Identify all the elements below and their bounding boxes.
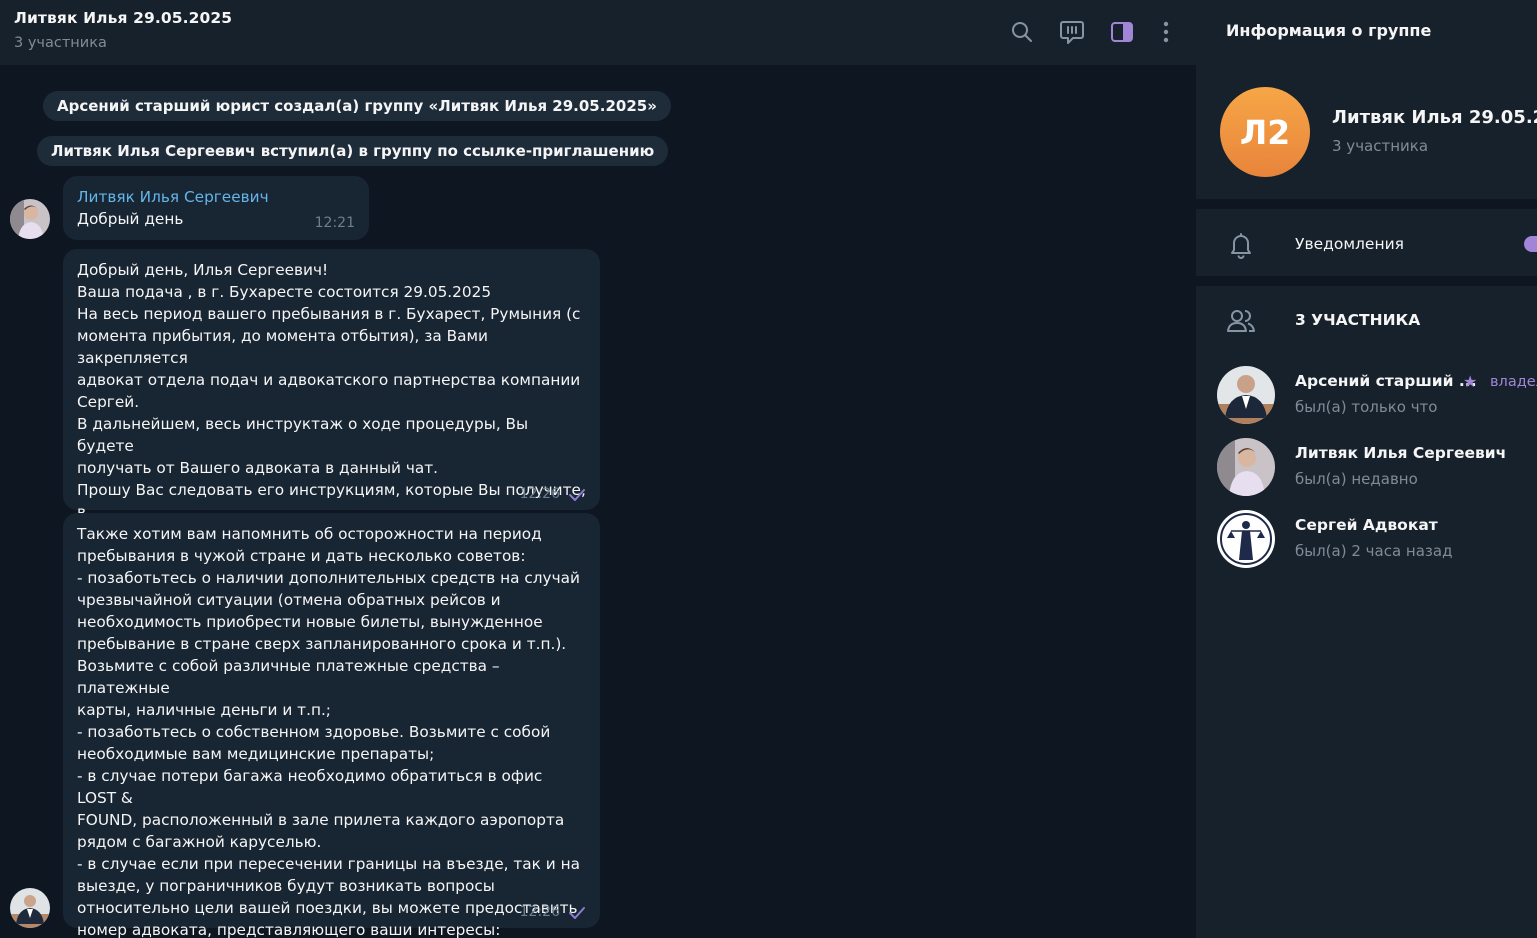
bell-icon: [1231, 233, 1251, 259]
check-icon: [569, 489, 585, 501]
member-role: владелец: [1490, 374, 1537, 390]
avatar[interactable]: [1217, 438, 1275, 496]
member-name: Сергей Адвокат: [1295, 516, 1438, 534]
info-panel-title: Информация о группе: [1226, 21, 1432, 40]
message-text: Добрый день: [77, 210, 184, 228]
divider: [1196, 276, 1537, 286]
member-name: Арсений старший ...: [1295, 372, 1477, 390]
message-bubble[interactable]: Литвяк Илья Сергеевич Добрый день 12:21: [63, 176, 369, 240]
group-avatar[interactable]: Л2: [1220, 87, 1310, 177]
notifications-label[interactable]: Уведомления: [1295, 235, 1404, 253]
members-icon: [1227, 310, 1255, 332]
member-status: был(а) только что: [1295, 398, 1438, 416]
chat-member-count[interactable]: 3 участника: [14, 35, 107, 51]
chat-pane: Литвяк Илья 29.05.2025 3 участника Арсен…: [0, 0, 1196, 938]
avatar[interactable]: [10, 888, 50, 928]
service-message-group-created: Арсений старший юрист создал(а) группу «…: [43, 91, 671, 121]
discussion-icon[interactable]: [1059, 19, 1085, 45]
group-info-panel: Информация о группе Л2 Литвяк Илья 29.05…: [1196, 0, 1537, 938]
message-time: 12:26: [519, 904, 560, 920]
member-name: Литвяк Илья Сергеевич: [1295, 444, 1507, 462]
sidebar-toggle-icon[interactable]: [1109, 19, 1135, 45]
avatar[interactable]: [10, 199, 50, 239]
group-name: Литвяк Илья 29.05.2025: [1332, 107, 1537, 128]
member-item[interactable]: Арсений старший ... ★ владелец был(а) то…: [1196, 366, 1537, 430]
search-icon[interactable]: [1009, 19, 1035, 45]
chat-header[interactable]: Литвяк Илья 29.05.2025 3 участника: [0, 0, 1196, 65]
more-vertical-icon[interactable]: [1153, 19, 1179, 45]
member-item[interactable]: Литвяк Илья Сергеевич был(а) недавно: [1196, 438, 1537, 502]
message-text: Также хотим вам напомнить об осторожност…: [77, 525, 580, 938]
message-time: 12:26: [519, 486, 560, 502]
group-member-count: 3 участника: [1332, 137, 1429, 155]
message-time: 12:21: [314, 215, 355, 231]
member-status: был(а) 2 часа назад: [1295, 542, 1453, 560]
message-sender-name[interactable]: Литвяк Илья Сергеевич: [77, 186, 355, 208]
service-message-member-joined: Литвяк Илья Сергеевич вступил(а) в групп…: [37, 136, 669, 166]
chat-title[interactable]: Литвяк Илья 29.05.2025: [14, 9, 232, 27]
members-header: 3 УЧАСТНИКА: [1295, 311, 1421, 329]
message-bubble[interactable]: Также хотим вам напомнить об осторожност…: [63, 513, 600, 938]
avatar[interactable]: [1217, 510, 1275, 568]
member-status: был(а) недавно: [1295, 470, 1418, 488]
divider: [1196, 199, 1537, 209]
member-item[interactable]: Сергей Адвокат был(а) 2 часа назад: [1196, 510, 1537, 574]
star-icon: ★: [1463, 372, 1478, 391]
notifications-toggle[interactable]: [1524, 236, 1537, 252]
message-bubble[interactable]: Добрый день, Илья Сергеевич! Ваша подача…: [63, 249, 600, 565]
avatar[interactable]: [1217, 366, 1275, 424]
check-icon: [569, 907, 585, 919]
